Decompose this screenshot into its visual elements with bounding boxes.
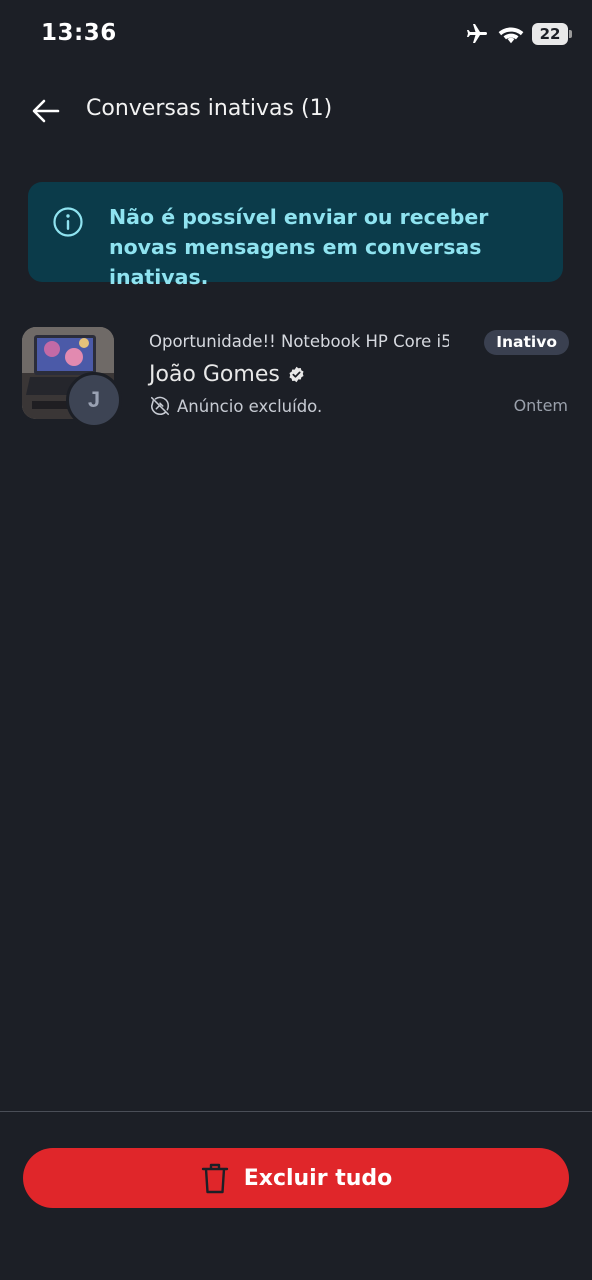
contact-name-row: João Gomes [149,362,305,387]
trash-icon [201,1163,228,1194]
conversation-subject: Oportunidade!! Notebook HP Core i5,... [149,332,449,351]
airplane-icon [467,24,487,43]
conversation-time: Ontem [513,396,568,415]
avatar: J [66,372,122,428]
delete-all-button[interactable]: Excluir tudo [23,1148,569,1208]
verified-badge-icon [289,366,304,383]
status-time: 13:36 [41,20,117,46]
status-badge: Inativo [484,330,569,355]
info-circle-icon [53,207,83,237]
contact-name: João Gomes [149,362,280,387]
conversation-status-text: Anúncio excluído. [177,396,323,416]
info-banner-text: Não é possível enviar ou receber novas m… [109,205,489,289]
footer-divider [0,1111,592,1112]
status-bar: 13:36 22 [0,0,592,70]
back-button[interactable] [28,93,64,129]
wifi-icon [498,27,524,44]
conversation-item[interactable]: J Oportunidade!! Notebook HP Core i5,...… [0,320,592,436]
conversation-status-row: Anúncio excluído. [149,395,322,417]
battery-icon: 22 [532,23,572,45]
status-icons: 22 [464,22,572,46]
delete-all-label: Excluir tudo [243,1165,393,1191]
arrow-left-icon [32,99,60,123]
info-banner: Não é possível enviar ou receber novas m… [28,182,563,289]
page-title: Conversas inativas (1) [86,96,333,121]
app-header: Conversas inativas (1) [0,80,592,140]
deleted-listing-icon [150,396,170,416]
